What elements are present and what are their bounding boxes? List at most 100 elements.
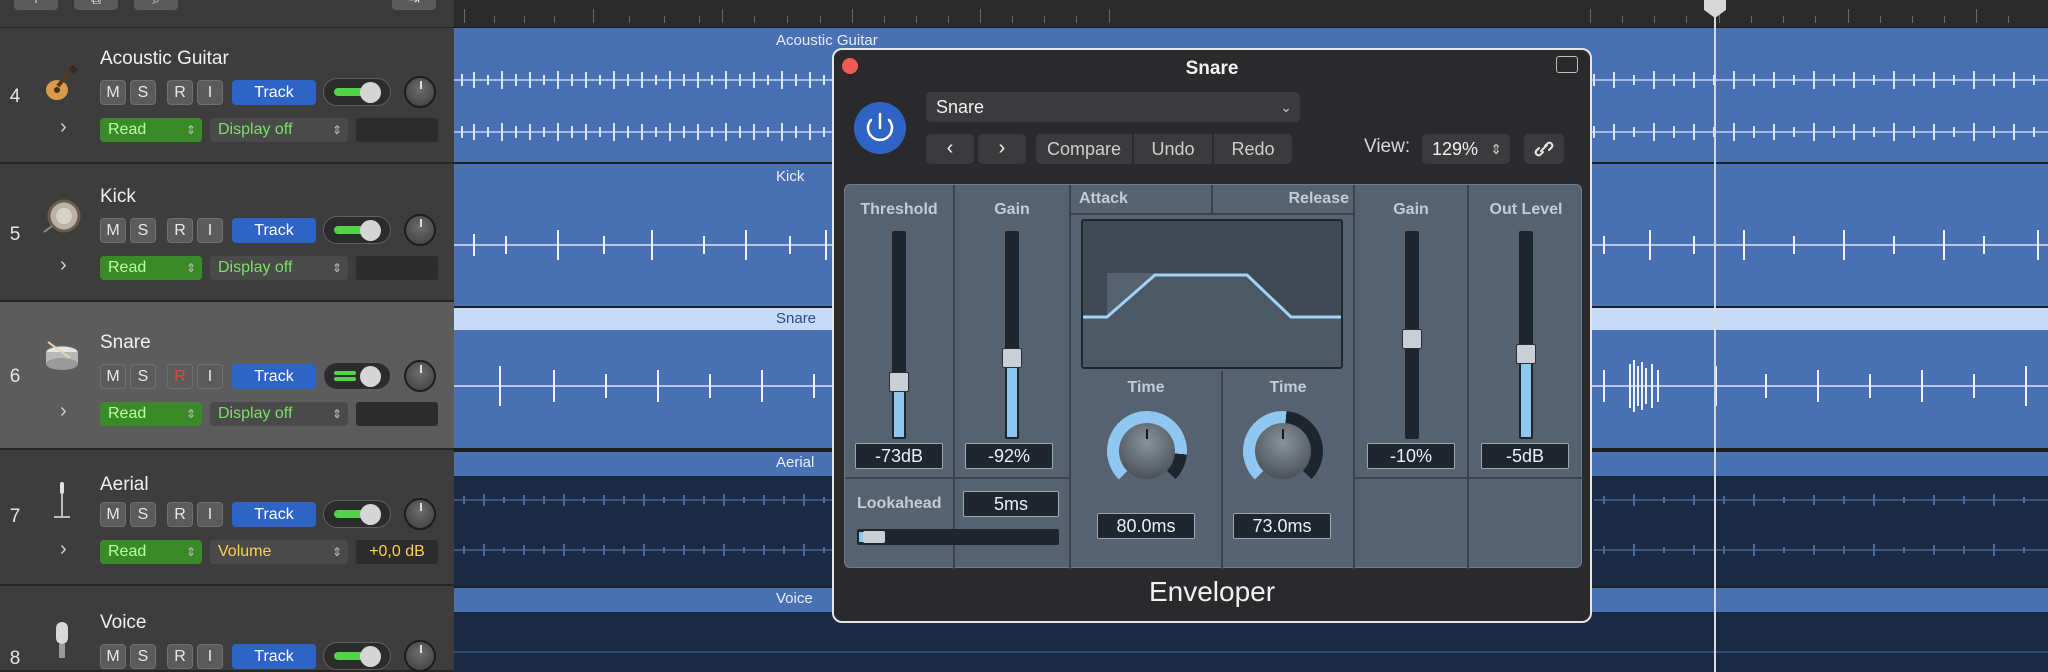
record-enable-button[interactable]: R xyxy=(167,364,193,389)
attack-time-value[interactable]: 80.0ms xyxy=(1097,513,1195,539)
solo-button[interactable]: S xyxy=(130,502,156,527)
mute-button[interactable]: M xyxy=(100,218,126,243)
record-enable-button[interactable]: R xyxy=(167,218,193,243)
pan-knob[interactable] xyxy=(404,214,436,246)
expand-window-icon[interactable] xyxy=(1556,56,1578,73)
mute-button[interactable]: M xyxy=(100,364,126,389)
previous-preset-button[interactable]: ‹ xyxy=(926,134,974,164)
timeline-ruler[interactable] xyxy=(454,0,2048,28)
attack-label: Attack xyxy=(1079,190,1128,207)
record-enable-button[interactable]: R xyxy=(167,80,193,105)
enveloper-controls-panel: Threshold -73dB Gain -92% Attack Release… xyxy=(844,184,1583,569)
mute-button[interactable]: M xyxy=(100,644,126,669)
automation-value-field[interactable] xyxy=(356,402,438,426)
threshold-fader[interactable] xyxy=(889,231,909,439)
track-header-kick[interactable]: 5 Kick M S R I Track › Read ⇕ Display off… xyxy=(0,164,454,302)
automation-mode-dropdown[interactable]: Read ⇕ xyxy=(100,118,202,142)
pan-knob[interactable] xyxy=(404,498,436,530)
mute-button[interactable]: M xyxy=(100,502,126,527)
track-header-snare[interactable]: 6 Snare M S R I Track › Read ⇕ Display of… xyxy=(0,302,454,450)
envelope-display[interactable] xyxy=(1081,219,1343,369)
track-button[interactable]: Track xyxy=(232,502,316,527)
track-on-off-toggle[interactable] xyxy=(323,642,391,670)
power-icon[interactable] xyxy=(854,102,906,154)
release-time-value[interactable]: 73.0ms xyxy=(1233,513,1331,539)
output-gain-value[interactable]: -10% xyxy=(1367,443,1455,469)
track-on-off-toggle[interactable] xyxy=(323,78,391,106)
add-track-button[interactable]: + xyxy=(14,0,58,10)
expand-automation-chevron[interactable]: › xyxy=(60,254,67,277)
out-level-value[interactable]: -5dB xyxy=(1481,443,1569,469)
pan-knob[interactable] xyxy=(404,76,436,108)
plugin-window[interactable]: Snare Snare ⌄ ‹ › Compare Undo Redo View:… xyxy=(832,48,1592,623)
catch-button[interactable]: ⇥ xyxy=(392,0,436,10)
link-icon[interactable] xyxy=(1524,134,1564,164)
next-preset-button[interactable]: › xyxy=(978,134,1026,164)
output-gain-fader[interactable] xyxy=(1402,231,1422,439)
automation-value-field[interactable]: +0,0 dB xyxy=(356,540,438,564)
track-on-off-toggle[interactable] xyxy=(323,216,391,244)
solo-button[interactable]: S xyxy=(130,80,156,105)
track-button[interactable]: Track xyxy=(232,364,316,389)
track-header-voice[interactable]: 8 Voice M S R I Track xyxy=(0,586,454,672)
automation-mode-dropdown[interactable]: Read ⇕ xyxy=(100,540,202,564)
track-name: Snare xyxy=(100,332,151,353)
playhead-line[interactable] xyxy=(1714,0,1716,672)
track-button[interactable]: Track xyxy=(232,218,316,243)
record-enable-button[interactable]: R xyxy=(167,502,193,527)
attack-time-knob[interactable] xyxy=(1107,411,1187,491)
track-number: 8 xyxy=(9,648,21,669)
input-monitor-button[interactable]: I xyxy=(197,364,223,389)
track-on-off-toggle[interactable] xyxy=(323,362,391,390)
track-button[interactable]: Track xyxy=(232,644,316,669)
automation-parameter-dropdown[interactable]: Display off ⇕ xyxy=(210,402,348,426)
pan-knob[interactable] xyxy=(404,360,436,392)
solo-button[interactable]: S xyxy=(130,644,156,669)
out-level-fader[interactable] xyxy=(1516,231,1536,439)
automation-parameter-dropdown[interactable]: Display off ⇕ xyxy=(210,118,348,142)
release-time-label: Time xyxy=(1269,379,1307,396)
gain-value[interactable]: -92% xyxy=(965,443,1053,469)
duplicate-track-button[interactable]: ⧉ xyxy=(74,0,118,10)
solo-button[interactable]: S xyxy=(130,218,156,243)
input-monitor-button[interactable]: I xyxy=(197,644,223,669)
automation-value-field[interactable] xyxy=(356,118,438,142)
undo-button[interactable]: Undo xyxy=(1134,134,1212,164)
gain-fader[interactable] xyxy=(1002,231,1022,439)
pan-knob[interactable] xyxy=(404,640,436,672)
input-monitor-button[interactable]: I xyxy=(197,502,223,527)
release-time-knob[interactable] xyxy=(1243,411,1323,491)
attack-time-label: Time xyxy=(1127,379,1165,396)
track-name: Kick xyxy=(100,186,136,207)
expand-automation-chevron[interactable]: › xyxy=(60,400,67,423)
logic-main-window: + ⧉ ⌕ ⇥ 4 Acoustic Guitar M S R I xyxy=(0,0,2048,672)
global-tracks-button[interactable]: ⌕ xyxy=(134,0,178,10)
track-on-off-toggle[interactable] xyxy=(323,500,391,528)
view-zoom-dropdown[interactable]: 129% ⇕ xyxy=(1422,134,1510,164)
record-enable-button[interactable]: R xyxy=(167,644,193,669)
solo-button[interactable]: S xyxy=(130,364,156,389)
track-header-acoustic-guitar[interactable]: 4 Acoustic Guitar M S R I Track › Read ⇕ … xyxy=(0,28,454,164)
automation-mode-dropdown[interactable]: Read ⇕ xyxy=(100,256,202,280)
compare-button[interactable]: Compare xyxy=(1036,134,1132,164)
view-label: View: xyxy=(1364,136,1411,157)
lookahead-slider[interactable] xyxy=(857,529,1059,545)
lookahead-value[interactable]: 5ms xyxy=(963,491,1059,517)
track-header-aerial[interactable]: 7 Aerial M S R I Track › Read ⇕ Volume ⇕ +… xyxy=(0,450,454,586)
redo-button[interactable]: Redo xyxy=(1214,134,1292,164)
automation-parameter-dropdown[interactable]: Volume ⇕ xyxy=(210,540,348,564)
output-gain-label: Gain xyxy=(1393,201,1429,218)
input-monitor-button[interactable]: I xyxy=(197,80,223,105)
automation-value-field[interactable] xyxy=(356,256,438,280)
mute-button[interactable]: M xyxy=(100,80,126,105)
automation-mode-dropdown[interactable]: Read ⇕ xyxy=(100,402,202,426)
out-level-label: Out Level xyxy=(1489,201,1563,218)
track-button[interactable]: Track xyxy=(232,80,316,105)
automation-parameter-dropdown[interactable]: Display off ⇕ xyxy=(210,256,348,280)
region-label: Aerial xyxy=(776,454,815,471)
threshold-value[interactable]: -73dB xyxy=(855,443,943,469)
expand-automation-chevron[interactable]: › xyxy=(60,116,67,139)
expand-automation-chevron[interactable]: › xyxy=(60,538,67,561)
input-monitor-button[interactable]: I xyxy=(197,218,223,243)
preset-dropdown[interactable]: Snare ⌄ xyxy=(926,92,1300,122)
